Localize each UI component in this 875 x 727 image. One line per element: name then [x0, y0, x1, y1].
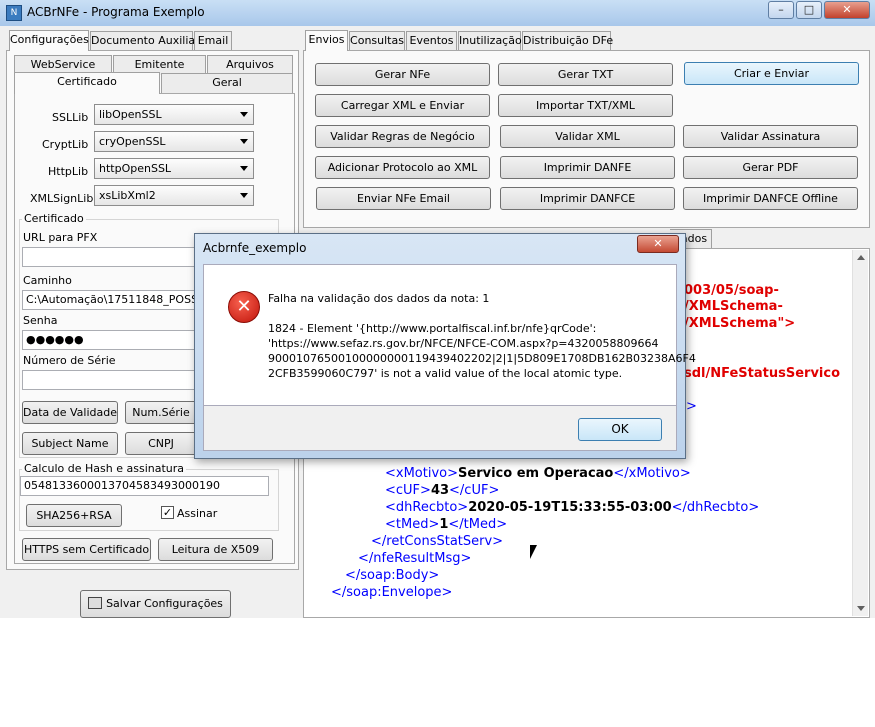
ok-button[interactable]: OK: [578, 418, 662, 441]
xml-line-xmotivo: <xMotivo>Servico em Operacao</xMotivo>: [385, 466, 691, 481]
xml-fragment-5: >: [686, 399, 697, 414]
dialog-close-button[interactable]: ✕: [637, 235, 679, 253]
cryptlib-value: cryOpenSSL: [99, 135, 166, 148]
adicionar-protocolo-button[interactable]: Adicionar Protocolo ao XML: [315, 156, 490, 179]
num-serie-button[interactable]: Num.Série: [125, 401, 197, 424]
dialog-body: ✕ Falha na validação dos dados da nota: …: [203, 264, 696, 406]
validar-regras-button[interactable]: Validar Regras de Negócio: [315, 125, 490, 148]
maximize-button[interactable]: □: [796, 1, 822, 19]
tab-envios[interactable]: Envios: [305, 30, 348, 51]
dialog-message-line-4: 2CFB3599060C797' is not a valid value of…: [268, 367, 623, 380]
xml-fragment-4: sdl/NFeStatusServico: [684, 366, 841, 381]
validar-xml-button[interactable]: Validar XML: [500, 125, 675, 148]
certificado-group-title: Certificado: [22, 212, 86, 225]
assinar-label: Assinar: [177, 507, 218, 520]
https-sem-certificado-button[interactable]: HTTPS sem Certificado: [22, 538, 151, 561]
scroll-down-icon: [857, 606, 865, 611]
ssllib-select[interactable]: libOpenSSL: [94, 104, 254, 125]
carregar-xml-enviar-button[interactable]: Carregar XML e Enviar: [315, 94, 490, 117]
assinar-checkbox[interactable]: ✓: [161, 506, 174, 519]
imprimir-danfce-offline-button[interactable]: Imprimir DANFCE Offline: [683, 187, 858, 210]
xml-line-tmed: <tMed>1</tMed>: [385, 517, 508, 532]
sha256-rsa-button[interactable]: SHA256+RSA: [26, 504, 122, 527]
dialog-footer: OK: [203, 406, 677, 451]
dialog-message-line-3: 90001076500100000000119439402202|2|1|5D8…: [268, 352, 696, 365]
dialog-message-line-2: 'https://www.sefaz.rs.gov.br/NFCE/NFCE-C…: [268, 337, 659, 350]
httplib-label: HttpLib: [48, 165, 89, 178]
salvar-configuracoes-button[interactable]: Salvar Configurações: [80, 590, 231, 618]
cnpj-button[interactable]: CNPJ: [125, 432, 197, 455]
tab-certificado[interactable]: Certificado: [14, 72, 160, 94]
numero-serie-input[interactable]: [22, 370, 197, 390]
close-button[interactable]: ✕: [824, 1, 870, 19]
chevron-down-icon: [240, 139, 248, 144]
tab-inutilizacao[interactable]: Inutilização: [458, 31, 522, 51]
xml-scrollbar[interactable]: [852, 250, 868, 616]
numero-serie-label: Número de Série: [23, 354, 116, 367]
cryptlib-label: CryptLib: [42, 138, 89, 151]
tab-documento-auxiliar[interactable]: Documento Auxiliar: [90, 31, 200, 51]
senha-input[interactable]: ●●●●●●: [22, 330, 197, 350]
hash-input[interactable]: 05481336000137045834930001​90: [20, 476, 269, 496]
xmlsignlib-label: XMLSignLib: [30, 192, 94, 205]
scroll-up-icon: [857, 255, 865, 260]
imprimir-danfce-button[interactable]: Imprimir DANFCE: [500, 187, 675, 210]
data-validade-button[interactable]: Data de Validade: [22, 401, 118, 424]
httplib-select[interactable]: httpOpenSSL: [94, 158, 254, 179]
enviar-nfe-email-button[interactable]: Enviar NFe Email: [316, 187, 491, 210]
chevron-down-icon: [240, 193, 248, 198]
error-icon: ✕: [228, 291, 260, 323]
subject-name-button[interactable]: Subject Name: [22, 432, 118, 455]
chevron-down-icon: [240, 166, 248, 171]
ssllib-label: SSLLib: [52, 111, 89, 124]
xmlsignlib-value: xsLibXml2: [99, 189, 156, 202]
xml-line-cuf: <cUF>43</cUF>: [385, 483, 500, 498]
tab-distribuicao-dfe[interactable]: Distribuição DFe: [522, 31, 613, 51]
url-pfx-input[interactable]: [22, 247, 197, 267]
dialog-message-title: Falha na validação dos dados da nota: 1: [268, 292, 490, 305]
tab-arquivos[interactable]: Arquivos: [207, 55, 293, 75]
cryptlib-select[interactable]: cryOpenSSL: [94, 131, 254, 152]
tab-email[interactable]: Email: [194, 31, 232, 51]
xml-line-dhrecbto: <dhRecbto>2020-05-19T15:33:55-03:00</dhR…: [385, 500, 760, 515]
tab-eventos[interactable]: Eventos: [406, 31, 457, 51]
leitura-x509-button[interactable]: Leitura de X509: [158, 538, 273, 561]
validar-assinatura-button[interactable]: Validar Assinatura: [683, 125, 858, 148]
dialog-title: Acbrnfe_exemplo: [203, 241, 307, 255]
tab-geral[interactable]: Geral: [161, 73, 293, 93]
xml-fragment-2: /XMLSchema-: [684, 299, 783, 314]
senha-label: Senha: [23, 314, 58, 327]
xml-line-soap-envelope: </soap:Envelope>: [331, 585, 453, 600]
tab-consultas[interactable]: Consultas: [349, 31, 405, 51]
criar-e-enviar-button[interactable]: Criar e Enviar: [684, 62, 859, 85]
window-title: ACBrNFe - Programa Exemplo: [27, 5, 205, 19]
url-pfx-label: URL para PFX: [23, 231, 98, 244]
save-icon: [88, 597, 103, 609]
caminho-input[interactable]: C:\Automação\17511848_POSSAM: [22, 290, 197, 310]
importar-txt-xml-button[interactable]: Importar TXT/XML: [498, 94, 673, 117]
gerar-txt-button[interactable]: Gerar TXT: [498, 63, 673, 86]
ssllib-value: libOpenSSL: [99, 108, 162, 121]
tab-configuracoes[interactable]: Configurações: [9, 30, 89, 51]
xml-line-nferesultmsg: </nfeResultMsg>: [358, 551, 472, 566]
caminho-label: Caminho: [23, 274, 72, 287]
app-icon: N: [6, 5, 22, 21]
mouse-cursor-icon: [530, 545, 537, 559]
xml-fragment-3: /XMLSchema">: [684, 316, 796, 331]
gerar-nfe-button[interactable]: Gerar NFe: [315, 63, 490, 86]
xml-fragment-1: 003/05/soap-: [684, 283, 779, 298]
gerar-pdf-button[interactable]: Gerar PDF: [683, 156, 858, 179]
title-bar: N ACBrNFe - Programa Exemplo – □ ✕: [0, 0, 875, 26]
xmlsignlib-select[interactable]: xsLibXml2: [94, 185, 254, 206]
salvar-label: Salvar Configurações: [106, 597, 223, 610]
hash-group-title: Calculo de Hash e assinatura: [22, 462, 187, 475]
chevron-down-icon: [240, 112, 248, 117]
xml-line-soap-body: </soap:Body>: [345, 568, 440, 583]
minimize-button[interactable]: –: [768, 1, 794, 19]
error-dialog: Acbrnfe_exemplo ✕ ✕ Falha na validação d…: [194, 233, 696, 459]
dialog-message-line-1: 1824 - Element '{http://www.portalfiscal…: [268, 322, 597, 335]
xml-line-retconsstatserv: </retConsStatServ>: [371, 534, 504, 549]
httplib-value: httpOpenSSL: [99, 162, 172, 175]
imprimir-danfe-button[interactable]: Imprimir DANFE: [500, 156, 675, 179]
